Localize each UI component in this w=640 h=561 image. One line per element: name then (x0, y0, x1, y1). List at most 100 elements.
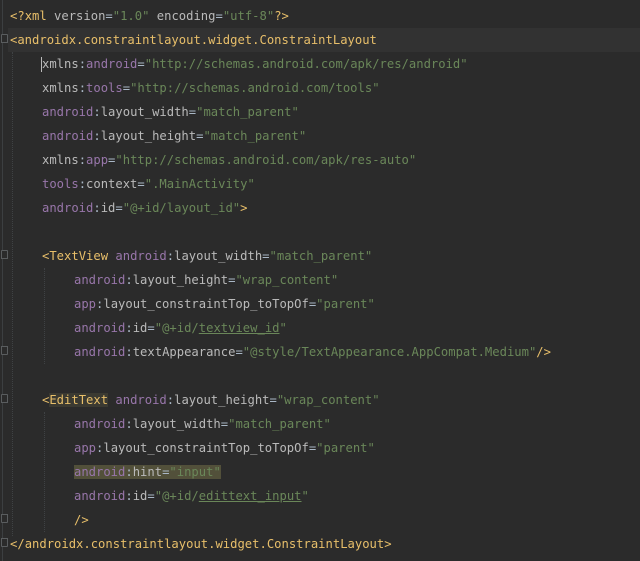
code-token: : (78, 153, 87, 167)
code-token: android (115, 393, 167, 407)
code-token: EditText (49, 393, 109, 407)
code-token: /> (536, 345, 551, 359)
code-token: > (384, 537, 392, 551)
code-line[interactable]: android:id="@+id/edittext_input" (74, 484, 309, 508)
code-token: android (115, 249, 167, 263)
code-token: : (125, 321, 133, 335)
code-line[interactable]: app:layout_constraintTop_toTopOf="parent… (74, 436, 375, 460)
code-token: layout_height (132, 273, 229, 287)
code-line[interactable]: /> (74, 508, 89, 532)
code-token: xmlns (42, 57, 79, 71)
code-line[interactable]: app:layout_constraintTop_toTopOf="parent… (74, 292, 375, 316)
code-token: : (78, 177, 87, 191)
code-token: hint (132, 465, 163, 479)
code-line[interactable]: android:hint="input" (74, 460, 221, 484)
code-token: layout_constraintTop_toTopOf (103, 297, 309, 311)
code-line[interactable]: xmlns:app="http://schemas.android.com/ap… (42, 148, 416, 172)
code-token: "parent" (316, 297, 375, 311)
code-line[interactable]: android:id="@+id/layout_id"> (42, 196, 248, 220)
code-line[interactable]: android:layout_width="match_parent" (74, 412, 331, 436)
code-token: ".MainActivity" (144, 177, 255, 191)
code-token: "@style/TextAppearance.AppCompat.Medium" (242, 345, 537, 359)
code-line[interactable]: android:textAppearance="@style/TextAppea… (74, 340, 551, 364)
code-line[interactable]: </androidx.constraintlayout.widget.Const… (10, 532, 392, 556)
code-token: xmlns (42, 81, 79, 95)
code-token: "utf-8" (222, 9, 275, 23)
code-token: : (125, 417, 133, 431)
code-token: : (125, 489, 133, 503)
code-line[interactable]: <TextView android:layout_width="match_pa… (42, 244, 372, 268)
code-token: "match_parent" (269, 249, 373, 263)
xml-code-editor[interactable]: <?xml version="1.0" encoding="utf-8"?> <a… (0, 0, 640, 561)
code-token: "http://schemas.android.com/apk/res-auto… (115, 153, 417, 167)
code-token: = (262, 249, 270, 263)
indent-guide (44, 268, 45, 364)
code-token: app (74, 297, 97, 311)
fold-marker-icon[interactable] (1, 394, 8, 403)
fold-marker-icon[interactable] (1, 34, 8, 43)
code-token: = (235, 345, 243, 359)
code-token: android (74, 465, 126, 479)
fold-marker-icon[interactable] (1, 514, 8, 523)
code-token: "match_parent" (196, 105, 299, 119)
code-line[interactable]: <?xml version="1.0" encoding="utf-8"?> (10, 4, 289, 28)
code-line[interactable]: xmlns:android="http://schemas.android.co… (42, 52, 468, 76)
code-token: context (86, 177, 138, 191)
code-line[interactable]: android:layout_width="match_parent" (42, 100, 299, 124)
text-caret (41, 57, 42, 72)
code-token: : (93, 105, 101, 119)
gutter-divider (2, 0, 3, 561)
code-token: " (301, 489, 309, 503)
code-token: : (93, 201, 101, 215)
fold-marker-icon[interactable] (1, 538, 8, 547)
code-token: android (74, 273, 126, 287)
fold-marker-icon[interactable] (1, 250, 8, 259)
code-token: "match_parent" (203, 129, 307, 143)
code-token: = (147, 321, 155, 335)
code-token: android (74, 489, 126, 503)
code-line[interactable]: xmlns:tools="http://schemas.android.com/… (42, 76, 380, 100)
code-token: textAppearance (132, 345, 236, 359)
code-token: "http://schemas.android.com/tools" (130, 81, 380, 95)
code-token: android (86, 57, 138, 71)
code-token: "@+id/ (154, 489, 199, 503)
fold-marker-icon[interactable] (1, 346, 8, 355)
code-token: : (78, 81, 87, 95)
code-token: layout_height (174, 393, 270, 407)
code-token: : (125, 465, 133, 479)
code-line[interactable]: tools:context=".MainActivity" (42, 172, 255, 196)
code-line[interactable]: android:id="@+id/textview_id" (74, 316, 287, 340)
code-token: edittext_input (198, 489, 302, 503)
code-token: " (279, 321, 287, 335)
code-token: : (78, 57, 87, 71)
indent-guide (12, 52, 13, 536)
code-token: android (42, 201, 94, 215)
code-token: "input" (169, 465, 221, 479)
code-line[interactable]: <EditText android:layout_height="wrap_co… (42, 388, 380, 412)
code-token: ?> (274, 9, 289, 23)
code-token: android (74, 321, 126, 335)
code-token: = (137, 177, 145, 191)
code-token: : (93, 129, 101, 143)
code-token: tools (86, 81, 123, 95)
code-token: "1.0" (112, 9, 150, 23)
code-line[interactable]: <androidx.constraintlayout.widget.Constr… (10, 28, 377, 52)
code-token: /> (74, 513, 89, 527)
code-line[interactable]: android:layout_height="wrap_content" (74, 268, 338, 292)
code-token: "http://schemas.android.com/apk/res/andr… (144, 57, 468, 71)
code-token: android (42, 129, 94, 143)
code-token: androidx.constraintlayout.widget.Constra… (17, 33, 377, 47)
code-token: tools (42, 177, 79, 191)
code-token: = (105, 9, 113, 23)
code-token: xml (24, 9, 47, 23)
code-token: layout_width (174, 249, 263, 263)
code-token: "wrap_content" (235, 273, 339, 287)
code-token: : (166, 249, 175, 263)
code-token: = (269, 393, 277, 407)
code-line[interactable]: android:layout_height="match_parent" (42, 124, 306, 148)
code-token: id (132, 321, 148, 335)
code-token: : (166, 393, 175, 407)
code-token: version (46, 9, 106, 23)
code-token: "@+id/layout_id" (122, 201, 241, 215)
code-token: "wrap_content" (276, 393, 380, 407)
